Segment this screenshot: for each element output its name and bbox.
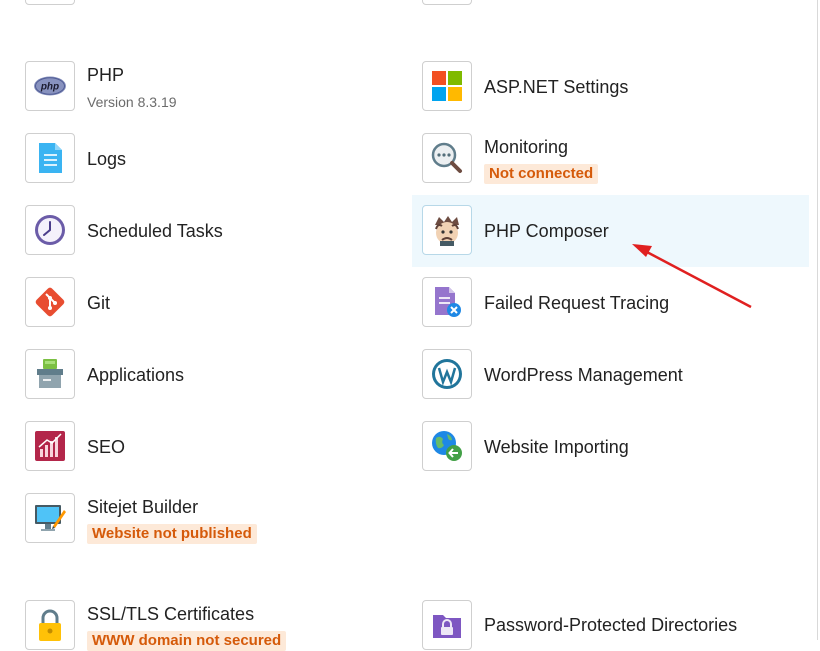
seo-tile[interactable]	[25, 421, 75, 471]
seo-chart-icon	[35, 431, 65, 461]
applications-label[interactable]: Applications	[87, 364, 184, 386]
panel-right-border	[817, 0, 818, 640]
php-composer-label[interactable]: PHP Composer	[484, 220, 609, 242]
ssl-status-badge: WWW domain not secured	[87, 631, 287, 651]
magnifier-icon	[431, 142, 462, 173]
monitor-pen-icon	[35, 505, 66, 531]
sitejet-tile[interactable]	[25, 493, 75, 543]
website-importing-label[interactable]: Website Importing	[484, 436, 629, 458]
password-directories-tile[interactable]	[422, 600, 472, 650]
document-icon	[39, 143, 62, 173]
php-label[interactable]: PHP	[87, 64, 124, 86]
scheduled-tasks-tile[interactable]	[25, 205, 75, 255]
clock-icon	[35, 215, 65, 245]
monitoring-label[interactable]: Monitoring	[484, 136, 568, 158]
asp-net-tile[interactable]	[422, 61, 472, 111]
ssl-label[interactable]: SSL/TLS Certificates	[87, 603, 254, 625]
logs-tile[interactable]	[25, 133, 75, 183]
sitejet-status-badge: Website not published	[87, 524, 257, 544]
folder-lock-icon	[433, 615, 461, 638]
git-tile[interactable]	[25, 277, 75, 327]
php-tile[interactable]: php	[25, 61, 75, 111]
wordpress-logo-icon	[432, 359, 462, 389]
monitoring-status-badge: Not connected	[484, 164, 599, 184]
failed-request-tracing-label[interactable]: Failed Request Tracing	[484, 292, 669, 314]
cut-off-tile-right[interactable]	[422, 0, 472, 5]
windows-logo-icon	[432, 71, 462, 101]
php-composer-tile[interactable]	[422, 205, 472, 255]
sitejet-label[interactable]: Sitejet Builder	[87, 496, 198, 518]
failed-request-tracing-tile[interactable]	[422, 277, 472, 327]
globe-import-icon	[432, 431, 462, 461]
padlock-icon	[39, 609, 61, 641]
logs-label[interactable]: Logs	[87, 148, 126, 170]
ssl-tile[interactable]	[25, 600, 75, 650]
seo-label[interactable]: SEO	[87, 436, 125, 458]
cut-off-tile-left[interactable]	[25, 0, 75, 5]
failed-request-icon	[435, 287, 461, 317]
git-label[interactable]: Git	[87, 292, 110, 314]
wordpress-tile[interactable]	[422, 349, 472, 399]
php-logo-icon: php	[34, 76, 66, 96]
git-logo-icon	[35, 287, 65, 317]
website-importing-tile[interactable]	[422, 421, 472, 471]
wordpress-label[interactable]: WordPress Management	[484, 364, 683, 386]
svg-text:php: php	[40, 82, 59, 93]
asp-net-label[interactable]: ASP.NET Settings	[484, 76, 628, 98]
composer-logo-icon	[435, 216, 459, 246]
php-version: Version 8.3.19	[87, 94, 177, 110]
applications-tile[interactable]	[25, 349, 75, 399]
scheduled-tasks-label[interactable]: Scheduled Tasks	[87, 220, 223, 242]
applications-box-icon	[37, 359, 63, 388]
monitoring-tile[interactable]	[422, 133, 472, 183]
password-directories-label[interactable]: Password-Protected Directories	[484, 614, 737, 636]
